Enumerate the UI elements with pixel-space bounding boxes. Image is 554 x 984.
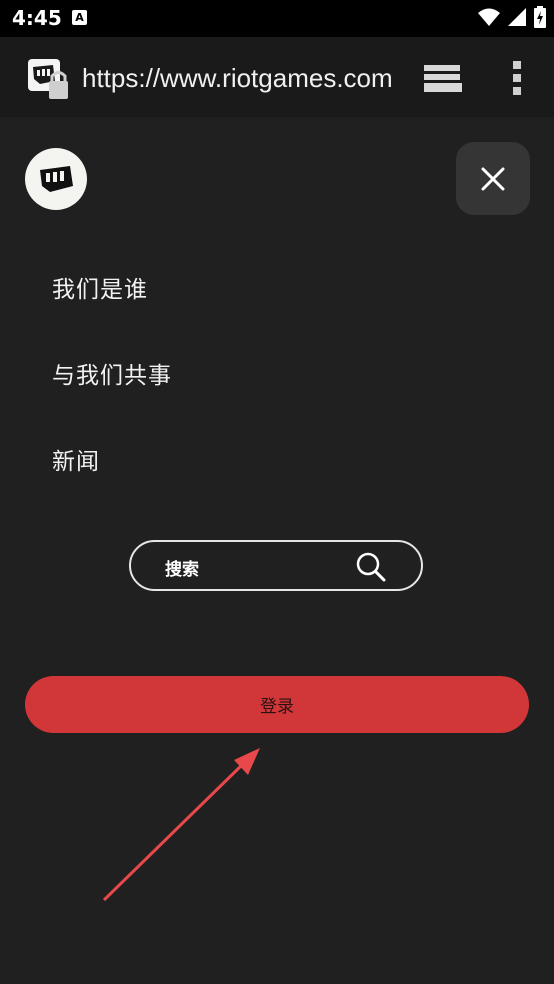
search-label: 搜索 bbox=[165, 560, 199, 580]
tabs-icon[interactable] bbox=[422, 63, 464, 95]
notification-icon: A bbox=[72, 10, 87, 25]
login-button[interactable]: 登录 bbox=[25, 676, 529, 733]
site-security-icon[interactable] bbox=[28, 59, 70, 101]
browser-toolbar: https://www.riotgames.com bbox=[0, 37, 554, 117]
close-icon bbox=[481, 167, 505, 190]
status-bar: 4:45 A bbox=[0, 0, 554, 37]
search-button[interactable]: 搜索 bbox=[129, 540, 423, 591]
battery-charging-icon bbox=[534, 6, 546, 28]
login-label: 登录 bbox=[260, 697, 294, 717]
status-time: 4:45 bbox=[12, 6, 62, 30]
search-icon bbox=[356, 552, 386, 582]
status-icons bbox=[478, 6, 546, 28]
riot-games-logo[interactable] bbox=[25, 148, 87, 210]
riot-fist-icon bbox=[40, 166, 73, 192]
nav-item-work-with-us[interactable]: 与我们共事 bbox=[52, 356, 172, 390]
nav-item-news[interactable]: 新闻 bbox=[52, 442, 100, 476]
overflow-menu-icon[interactable] bbox=[510, 59, 524, 97]
signal-icon bbox=[508, 8, 526, 26]
close-button[interactable] bbox=[456, 142, 530, 215]
nav-item-who-we-are[interactable]: 我们是谁 bbox=[52, 270, 148, 304]
wifi-icon bbox=[478, 8, 500, 26]
url-field[interactable]: https://www.riotgames.com bbox=[82, 59, 393, 97]
